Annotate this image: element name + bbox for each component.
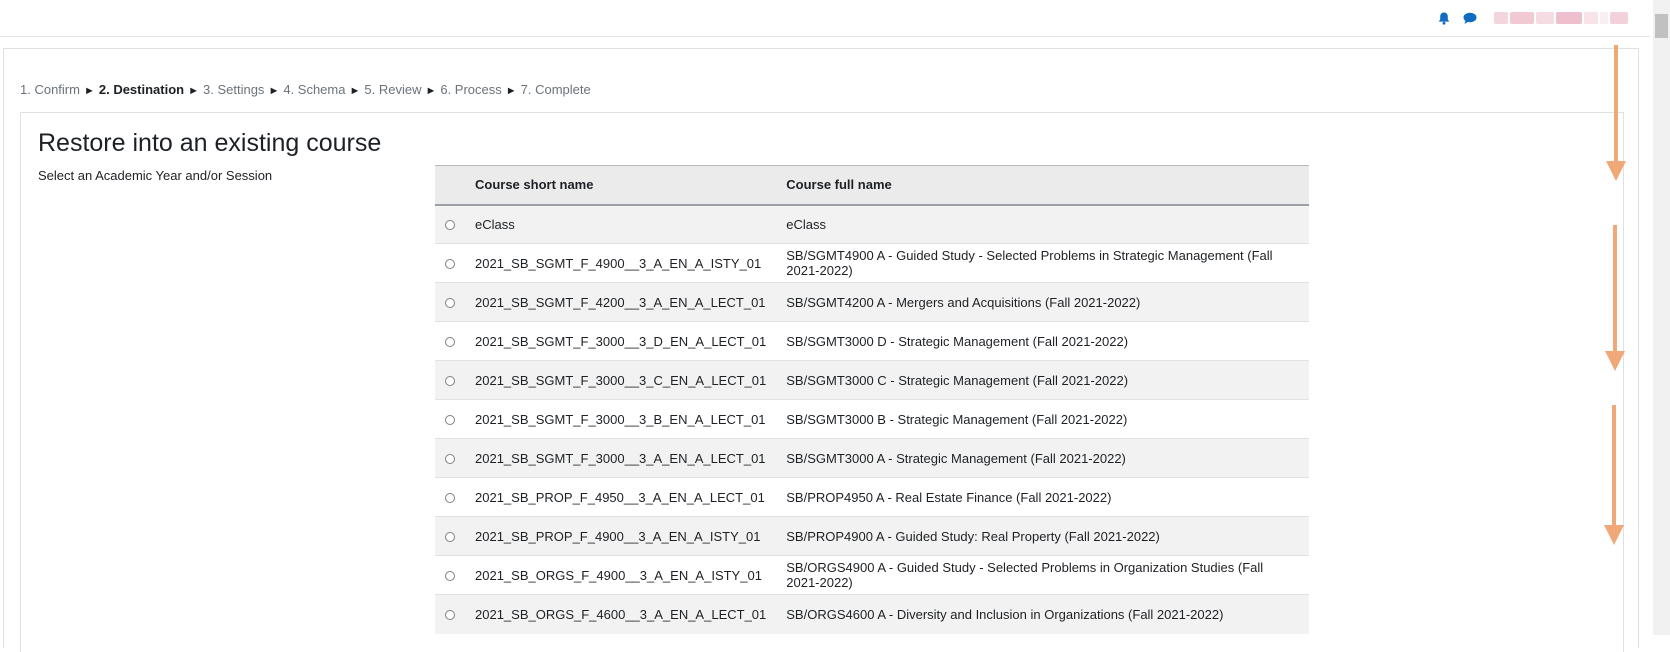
course-short-name: 2021_SB_SGMT_F_3000__3_A_EN_A_LECT_01 — [465, 438, 777, 478]
course-radio-button[interactable] — [445, 415, 455, 426]
row-select-cell[interactable] — [435, 399, 465, 439]
course-table: Course short name Course full name eClas… — [435, 165, 1309, 634]
row-select-cell[interactable] — [435, 477, 465, 517]
table-row[interactable]: 2021_SB_SGMT_F_3000__3_D_EN_A_LECT_01 SB/… — [435, 321, 1309, 361]
step-confirm: 1. Confirm — [20, 82, 80, 97]
header-short-name: Course short name — [465, 165, 777, 206]
row-select-cell[interactable] — [435, 438, 465, 478]
course-full-name: SB/PROP4950 A - Real Estate Finance (Fal… — [776, 477, 1309, 517]
course-radio-button[interactable] — [445, 532, 455, 543]
step-separator-icon: ► — [425, 85, 437, 97]
course-radio-button[interactable] — [445, 454, 455, 465]
scrollbar-thumb[interactable] — [1655, 14, 1668, 38]
restore-existing-course-section: Restore into an existing course Select a… — [20, 112, 1624, 652]
step-separator-icon: ► — [188, 85, 199, 97]
course-radio-button[interactable] — [445, 493, 455, 504]
table-row[interactable]: 2021_SB_ORGS_F_4600__3_A_EN_A_LECT_01 SB/… — [435, 594, 1309, 634]
step-review: 5. Review — [364, 82, 422, 97]
course-short-name: 2021_SB_ORGS_F_4900__3_A_EN_A_ISTY_01 — [465, 555, 777, 595]
table-row[interactable]: 2021_SB_SGMT_F_4200__3_A_EN_A_LECT_01 SB/… — [435, 282, 1309, 322]
course-short-name: 2021_SB_ORGS_F_4600__3_A_EN_A_LECT_01 — [465, 594, 777, 634]
row-select-cell[interactable] — [435, 243, 465, 283]
user-menu[interactable] — [1494, 12, 1628, 24]
page-scrollbar[interactable] — [1653, 0, 1670, 635]
course-full-name: SB/SGMT3000 C - Strategic Management (Fa… — [776, 360, 1309, 400]
course-full-name: SB/ORGS4600 A - Diversity and Inclusion … — [776, 594, 1309, 634]
step-schema: 4. Schema — [283, 82, 346, 97]
step-process: 6. Process — [440, 82, 502, 97]
top-navbar — [0, 0, 1650, 37]
navbar-icons — [1436, 10, 1628, 26]
course-short-name: 2021_SB_SGMT_F_3000__3_D_EN_A_LECT_01 — [465, 321, 777, 361]
course-full-name: eClass — [776, 204, 1309, 244]
bell-icon[interactable] — [1436, 10, 1452, 26]
step-separator-icon: ► — [83, 85, 95, 97]
course-full-name: SB/SGMT4200 A - Mergers and Acquisitions… — [776, 282, 1309, 322]
table-row[interactable]: 2021_SB_SGMT_F_4900__3_A_EN_A_ISTY_01 SB/… — [435, 243, 1309, 283]
course-full-name: SB/SGMT3000 A - Strategic Management (Fa… — [776, 438, 1309, 478]
course-short-name: 2021_SB_PROP_F_4900__3_A_EN_A_ISTY_01 — [465, 516, 777, 556]
row-select-cell[interactable] — [435, 516, 465, 556]
course-short-name: 2021_SB_SGMT_F_4900__3_A_EN_A_ISTY_01 — [465, 243, 777, 283]
course-radio-button[interactable] — [445, 571, 455, 582]
course-radio-button[interactable] — [445, 259, 455, 270]
course-short-name: 2021_SB_SGMT_F_3000__3_C_EN_A_LECT_01 — [465, 360, 777, 400]
table-row[interactable]: 2021_SB_ORGS_F_4900__3_A_EN_A_ISTY_01 SB/… — [435, 555, 1309, 595]
course-full-name: SB/SGMT4900 A - Guided Study - Selected … — [776, 243, 1309, 283]
course-full-name: SB/SGMT3000 D - Strategic Management (Fa… — [776, 321, 1309, 361]
header-select-column — [435, 165, 465, 206]
row-select-cell[interactable] — [435, 321, 465, 361]
course-short-name: 2021_SB_PROP_F_4950__3_A_EN_A_LECT_01 — [465, 477, 777, 517]
step-separator-icon: ► — [268, 85, 280, 97]
step-complete: 7. Complete — [520, 82, 591, 97]
course-radio-button[interactable] — [445, 220, 455, 231]
chat-bubble-icon[interactable] — [1462, 10, 1478, 26]
annotation-arrow-icon — [1605, 225, 1625, 371]
row-select-cell[interactable] — [435, 555, 465, 595]
row-select-cell[interactable] — [435, 282, 465, 322]
table-row[interactable]: 2021_SB_PROP_F_4950__3_A_EN_A_LECT_01 SB/… — [435, 477, 1309, 517]
course-radio-button[interactable] — [445, 376, 455, 387]
section-title: Restore into an existing course — [38, 129, 382, 157]
header-full-name: Course full name — [776, 165, 1309, 206]
course-radio-button[interactable] — [445, 610, 455, 621]
table-row[interactable]: 2021_SB_SGMT_F_3000__3_C_EN_A_LECT_01 SB/… — [435, 360, 1309, 400]
row-select-cell[interactable] — [435, 594, 465, 634]
table-row[interactable]: 2021_SB_SGMT_F_3000__3_B_EN_A_LECT_01 SB/… — [435, 399, 1309, 439]
course-full-name: SB/SGMT3000 B - Strategic Management (Fa… — [776, 399, 1309, 439]
step-separator-icon: ► — [505, 85, 517, 97]
course-short-name: eClass — [465, 204, 777, 244]
row-select-cell[interactable] — [435, 204, 465, 244]
table-row[interactable]: 2021_SB_SGMT_F_3000__3_A_EN_A_LECT_01 SB/… — [435, 438, 1309, 478]
course-radio-button[interactable] — [445, 337, 455, 348]
step-settings: 3. Settings — [203, 82, 265, 97]
table-row[interactable]: 2021_SB_PROP_F_4900__3_A_EN_A_ISTY_01 SB/… — [435, 516, 1309, 556]
step-destination: 2. Destination — [98, 82, 185, 97]
course-short-name: 2021_SB_SGMT_F_3000__3_B_EN_A_LECT_01 — [465, 399, 777, 439]
course-full-name: SB/PROP4900 A - Guided Study: Real Prope… — [776, 516, 1309, 556]
restore-page-container: 1. Confirm ► 2. Destination ► 3. Settings ► 4.… — [3, 48, 1639, 652]
row-select-cell[interactable] — [435, 360, 465, 400]
table-header-row: Course short name Course full name — [435, 165, 1309, 206]
annotation-arrow-icon — [1604, 405, 1624, 545]
restore-progress-steps: 1. Confirm ► 2. Destination ► 3. Settings ► 4.… — [20, 82, 591, 97]
course-radio-button[interactable] — [445, 298, 455, 309]
table-row[interactable]: eClass eClass — [435, 204, 1309, 244]
step-separator-icon: ► — [349, 85, 361, 97]
course-short-name: 2021_SB_SGMT_F_4200__3_A_EN_A_LECT_01 — [465, 282, 777, 322]
course-full-name: SB/ORGS4900 A - Guided Study - Selected … — [776, 555, 1309, 595]
section-hint: Select an Academic Year and/or Session — [38, 168, 273, 183]
annotation-arrow-icon — [1606, 45, 1626, 181]
